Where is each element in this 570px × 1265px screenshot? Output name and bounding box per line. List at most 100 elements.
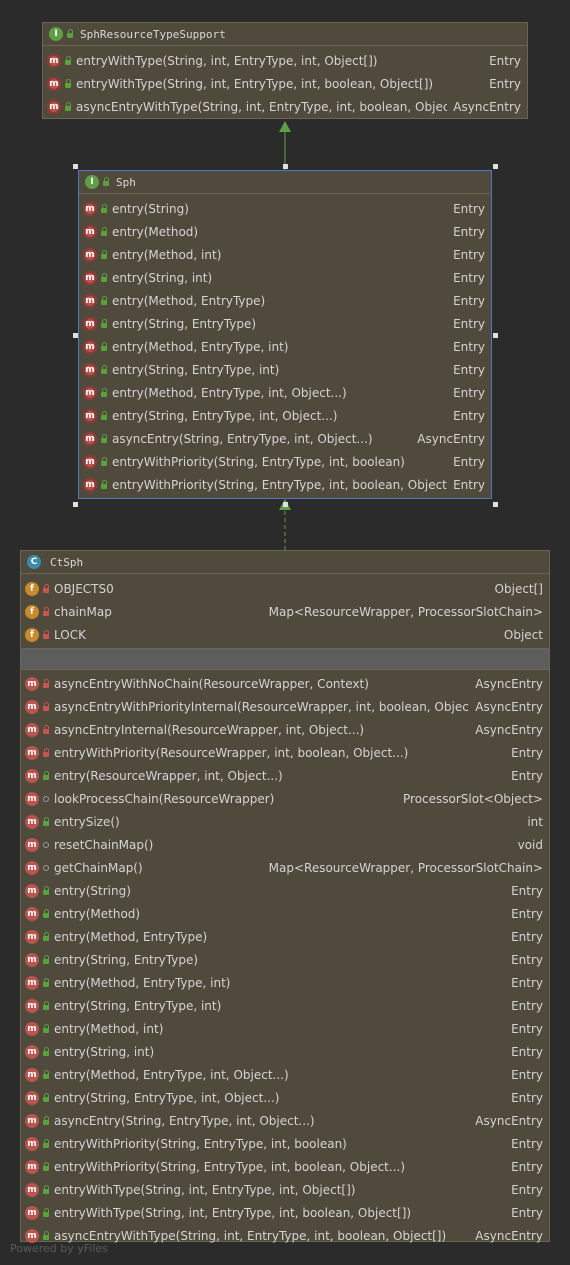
method-row[interactable]: m entryWithType(String, int, EntryType, i… [21,1178,549,1201]
method-row[interactable]: m asyncEntryInternal(ResourceWrapper, int… [21,718,549,741]
method-row[interactable]: m entry(Method) Entry [21,902,549,925]
method-row[interactable]: m entry(ResourceWrapper, int, Object...) E… [21,764,549,787]
node-title: Sph [116,175,136,189]
method-row[interactable]: m entry(Method, EntryType) Entry [79,289,491,312]
ctsph-node[interactable]: C CtSph f OBJECTS0 Object[] f chainMap Map<Re… [20,550,550,1243]
method-row[interactable]: m lookProcessChain(ResourceWrapper) Proces… [21,787,549,810]
return-type: Entry [511,1044,543,1059]
method-row[interactable]: m entry(Method) Entry [79,220,491,243]
method-icon: m [83,247,97,262]
method-row[interactable]: m entryWithPriority(String, EntryType, in… [21,1132,549,1155]
method-signature: entry(String, EntryType) [54,952,199,967]
return-type: AsyncEntry [453,99,521,114]
method-row[interactable]: m asyncEntryWithType(String, int, EntryTy… [43,95,527,118]
selection-handle[interactable] [493,164,498,169]
method-row[interactable]: m entryWithPriority(String, EntryType, in… [79,450,491,473]
return-type: Entry [453,293,485,308]
selection-handle[interactable] [283,502,288,507]
method-row[interactable]: m asyncEntry(String, EntryType, int, Obje… [79,427,491,450]
method-row[interactable]: m entryWithPriority(String, EntryType, in… [21,1155,549,1178]
return-type: Entry [511,1182,543,1197]
method-row[interactable]: m entry(Method, EntryType, int, Object...… [79,381,491,404]
method-row[interactable]: m asyncEntryWithNoChain(ResourceWrapper, … [21,672,549,695]
method-icon: m [25,699,39,714]
method-row[interactable]: m entry(String, EntryType, int, Object...… [21,1086,549,1109]
selection-handle[interactable] [493,333,498,338]
method-row[interactable]: m entryWithType(String, int, EntryType, i… [43,49,527,72]
method-row[interactable]: m entry(String, EntryType) Entry [21,948,549,971]
method-row[interactable]: m entry(Method, EntryType, int) Entry [21,971,549,994]
field-row[interactable]: f LOCK Object [21,623,549,646]
return-type: Entry [511,998,543,1013]
sph-node[interactable]: I Sph m entry(String) Entry m entry(Method) E… [78,170,492,499]
field-icon: f [25,581,39,596]
method-row[interactable]: m entry(Method, int) Entry [21,1017,549,1040]
public-visibility-icon [100,456,108,467]
method-row[interactable]: m asyncEntryWithPriorityInternal(Resource… [21,695,549,718]
selection-handle[interactable] [73,333,78,338]
generalization-arrowhead [279,121,291,132]
method-row[interactable]: m entry(Method, EntryType, int, Object...… [21,1063,549,1086]
selection-handle[interactable] [283,164,288,169]
method-row[interactable]: m entry(String, EntryType, int, Object...… [79,404,491,427]
method-row[interactable]: m resetChainMap() void [21,833,549,856]
return-type: AsyncEntry [475,1228,543,1243]
method-icon: m [25,1159,39,1174]
method-icon: m [83,454,97,469]
sph-resource-type-support-node[interactable]: I SphResourceTypeSupport m entryWithType(… [42,22,528,119]
method-icon: m [25,814,39,829]
method-signature: entry(Method) [54,906,141,921]
method-row[interactable]: m entry(String, int) Entry [79,266,491,289]
method-signature: entrySize() [54,814,120,829]
field-row[interactable]: f OBJECTS0 Object[] [21,577,549,600]
selection-handle[interactable] [73,164,78,169]
field-name: LOCK [54,627,86,642]
package-visibility-icon [42,794,50,804]
method-row[interactable]: m entryWithType(String, int, EntryType, i… [43,72,527,95]
method-row[interactable]: m entryWithPriority(String, EntryType, in… [79,473,491,496]
return-type: Entry [511,883,543,898]
method-icon: m [83,385,97,400]
empty-section [21,648,549,670]
method-row[interactable]: m entry(Method, EntryType) Entry [21,925,549,948]
method-signature: entry(Method, EntryType, int) [54,975,231,990]
return-type: Entry [511,1159,543,1174]
return-type: Entry [511,975,543,990]
public-visibility-icon [42,954,50,965]
return-type: Entry [453,362,485,377]
method-row[interactable]: m entryWithPriority(ResourceWrapper, int,… [21,741,549,764]
return-type: Map<ResourceWrapper, ProcessorSlotChain> [268,860,543,875]
selection-handle[interactable] [493,502,498,507]
method-row[interactable]: m entry(Method, int) Entry [79,243,491,266]
method-row[interactable]: m entry(String, EntryType) Entry [79,312,491,335]
method-row[interactable]: m entry(String, int) Entry [21,1040,549,1063]
public-visibility-icon [42,908,50,919]
method-signature: entry(String, EntryType, int, Object...) [54,1090,280,1105]
fields-section: f OBJECTS0 Object[] f chainMap Map<ResourceWr… [21,574,549,648]
return-type: Entry [511,1090,543,1105]
method-icon: m [25,722,39,737]
method-icon: m [25,906,39,921]
method-icon: m [83,293,97,308]
method-signature: entry(Method, EntryType) [54,929,208,944]
method-signature: entry(String) [54,883,131,898]
field-row[interactable]: f chainMap Map<ResourceWrapper, ProcessorS… [21,600,549,623]
return-type: Entry [511,906,543,921]
method-row[interactable]: m entry(String) Entry [79,197,491,220]
public-visibility-icon [64,78,72,89]
method-row[interactable]: m entry(String, EntryType, int) Entry [21,994,549,1017]
method-row[interactable]: m asyncEntry(String, EntryType, int, Obje… [21,1109,549,1132]
method-row[interactable]: m entryWithType(String, int, EntryType, i… [21,1201,549,1224]
method-row[interactable]: m entry(Method, EntryType, int) Entry [79,335,491,358]
selection-handle[interactable] [73,502,78,507]
method-signature: entry(String, EntryType) [112,316,257,331]
return-type: Entry [511,745,543,760]
method-row[interactable]: m entrySize() int [21,810,549,833]
method-row[interactable]: m entry(String) Entry [21,879,549,902]
methods-section: m entry(String) Entry m entry(Method) Entry m e… [79,194,491,498]
method-row[interactable]: m entry(String, EntryType, int) Entry [79,358,491,381]
method-row[interactable]: m getChainMap() Map<ResourceWrapper, Proce… [21,856,549,879]
method-signature: entryWithPriority(String, EntryType, int… [54,1159,406,1174]
return-type: Object [503,627,543,642]
method-icon: m [83,270,97,285]
